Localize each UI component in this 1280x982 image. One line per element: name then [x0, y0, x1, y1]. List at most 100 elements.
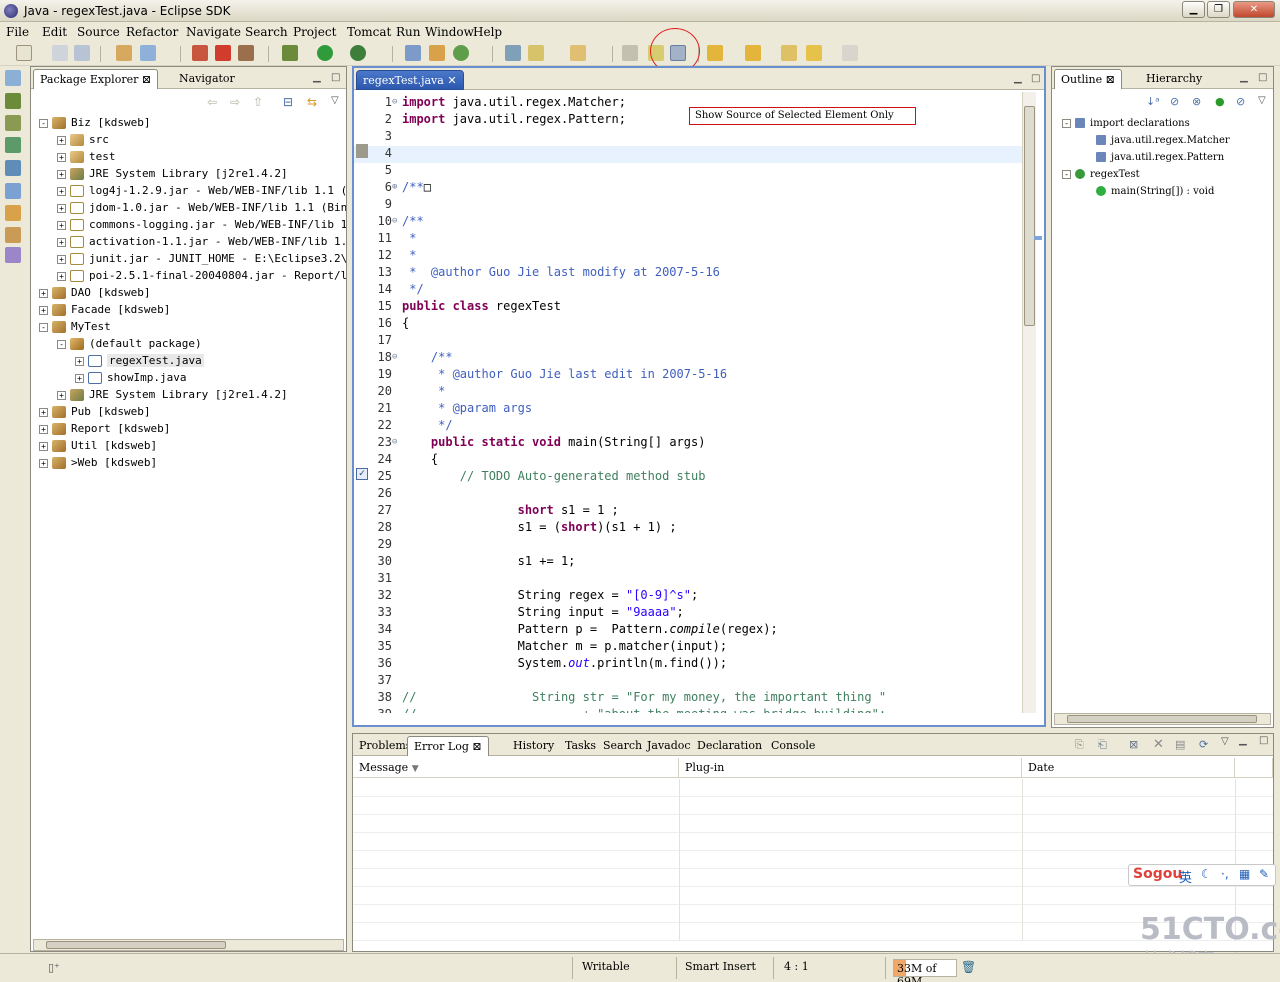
sort-icon[interactable]: ↓ᵃ	[1146, 95, 1160, 108]
import-log-icon[interactable]: ⎗	[1098, 738, 1107, 752]
view-menu-icon[interactable]: ▽	[1221, 736, 1229, 747]
code-line[interactable]: 5	[354, 163, 1022, 180]
hide-fields-icon[interactable]: ⊘	[1170, 95, 1179, 108]
web-browser-icon[interactable]	[505, 45, 521, 61]
tomcat-restart-icon[interactable]	[238, 45, 254, 61]
code-line[interactable]: 15 public class regexTest	[354, 299, 1022, 316]
tree-item[interactable]: + Facade [kdsweb]	[39, 303, 170, 320]
collapse-toggle-icon[interactable]: -	[1062, 169, 1071, 179]
code-line[interactable]: 13 * @author Guo Jie last modify at 2007…	[354, 265, 1022, 282]
ime-mode[interactable]: 英	[1179, 867, 1192, 886]
column-plugin[interactable]: Plug-in	[679, 758, 1022, 778]
fold-toggle-icon[interactable]: ⊖	[392, 216, 397, 226]
code-line[interactable]: 17	[354, 333, 1022, 350]
hide-local-types-icon[interactable]: ⊘	[1236, 95, 1245, 108]
code-line[interactable]: 29	[354, 537, 1022, 554]
column-date[interactable]: Date	[1022, 758, 1235, 778]
expand-toggle-icon[interactable]: +	[39, 458, 48, 468]
garbage-collect-icon[interactable]: 🗑	[961, 960, 976, 974]
keyboard-icon[interactable]: ▦	[1239, 867, 1250, 881]
open-package-icon[interactable]	[429, 45, 445, 61]
code-line[interactable]: 14 */	[354, 282, 1022, 299]
code-line[interactable]: 39 // + "about the meeting was bridge-bui…	[354, 707, 1022, 713]
tomcat-start-icon[interactable]	[192, 45, 208, 61]
code-line[interactable]: 36 System.out.println(m.find());	[354, 656, 1022, 673]
java-browsing-icon[interactable]	[5, 183, 21, 199]
maximize-view-icon[interactable]: □	[1031, 73, 1040, 84]
wrench-icon[interactable]: ✎	[1259, 867, 1269, 881]
tab-package-explorer[interactable]: Package Explorer ⊠	[33, 69, 159, 89]
tab-outline[interactable]: Outline ⊠	[1054, 69, 1122, 89]
fold-toggle-icon[interactable]: ⊖	[392, 97, 397, 107]
tree-item[interactable]: + showImp.java	[75, 371, 186, 388]
tree-item[interactable]: + log4j-1.2.9.jar - Web/WEB-INF/lib 1.1 (…	[57, 184, 346, 201]
expand-toggle-icon[interactable]: +	[57, 169, 66, 179]
horizontal-scrollbar[interactable]	[1054, 713, 1271, 725]
delete-log-icon[interactable]: ✕	[1153, 737, 1164, 752]
close-icon[interactable]: ⊠	[1106, 73, 1115, 86]
tab-declaration[interactable]: Declaration	[691, 736, 768, 756]
menu-refactor[interactable]: Refactor	[126, 25, 178, 39]
minimize-view-icon[interactable]: ▁	[1240, 72, 1248, 83]
tree-item[interactable]: + Report [kdsweb]	[39, 422, 170, 439]
code-line[interactable]: 4	[354, 146, 1022, 163]
code-line[interactable]: 30 s1 += 1;	[354, 554, 1022, 571]
collapse-all-icon[interactable]: ⊟	[283, 95, 293, 109]
code-line[interactable]: 32 String regex = "[0-9]^s";	[354, 588, 1022, 605]
cvs-perspective-icon[interactable]	[5, 160, 21, 176]
code-line[interactable]: 10 ⊖ /**	[354, 214, 1022, 231]
code-line[interactable]: 2 import java.util.regex.Pattern;	[354, 112, 1022, 129]
tab-navigator[interactable]: Navigator	[173, 69, 241, 89]
view-menu-icon[interactable]: ▽	[331, 95, 339, 106]
tomcat-stop-icon[interactable]	[215, 45, 231, 61]
link-with-editor-icon[interactable]: ⇆	[307, 95, 317, 109]
tree-item[interactable]: + src	[57, 133, 109, 150]
code-line[interactable]: 6 ⊕ /**□	[354, 180, 1022, 197]
code-line[interactable]: 28 s1 = (short)(s1 + 1) ;	[354, 520, 1022, 537]
tree-item[interactable]: + >Web [kdsweb]	[39, 456, 157, 473]
view-menu-icon[interactable]: ▽	[1258, 95, 1266, 106]
code-line[interactable]: 20 *	[354, 384, 1022, 401]
code-line[interactable]: 25 // TODO Auto-generated method stub	[354, 469, 1022, 486]
collapse-toggle-icon[interactable]: -	[1062, 118, 1071, 128]
tab-hierarchy[interactable]: Hierarchy	[1140, 69, 1208, 89]
minimize-view-icon[interactable]: ▁	[313, 72, 321, 83]
new-class-icon[interactable]	[140, 45, 156, 61]
expand-toggle-icon[interactable]: +	[57, 203, 66, 213]
code-line[interactable]: 18 ⊖ /**	[354, 350, 1022, 367]
code-line[interactable]: 19 * @author Guo Jie last edit in 2007-5…	[354, 367, 1022, 384]
search-icon[interactable]	[528, 45, 544, 61]
code-line[interactable]: 1 ⊖ import java.util.regex.Matcher;	[354, 95, 1022, 112]
code-line[interactable]: 3	[354, 129, 1022, 146]
code-line[interactable]: 31	[354, 571, 1022, 588]
tree-item[interactable]: + regexTest.java	[75, 354, 204, 371]
code-line[interactable]: 11 *	[354, 231, 1022, 248]
code-line[interactable]: 24 {	[354, 452, 1022, 469]
expand-toggle-icon[interactable]: +	[75, 373, 84, 383]
vertical-scrollbar[interactable]	[1022, 92, 1036, 713]
tree-item[interactable]: + test	[57, 150, 116, 167]
last-edit-location-icon[interactable]	[781, 45, 797, 61]
restore-log-icon[interactable]: ⟳	[1199, 738, 1208, 751]
tab-console[interactable]: Console	[765, 736, 821, 756]
previous-annotation-icon[interactable]	[745, 45, 761, 61]
outline-item[interactable]: - import declarations	[1062, 116, 1190, 133]
expand-toggle-icon[interactable]: +	[57, 152, 66, 162]
menu-tomcat[interactable]: Tomcat	[347, 25, 391, 39]
next-annotation-icon[interactable]	[707, 45, 723, 61]
fold-toggle-icon[interactable]: ⊖	[392, 352, 397, 362]
outline-item[interactable]: java.util.regex.Matcher	[1096, 133, 1230, 150]
maximize-view-icon[interactable]: □	[1259, 735, 1268, 746]
java-perspective-icon[interactable]	[5, 247, 21, 263]
maximize-view-icon[interactable]: □	[331, 72, 340, 83]
tree-item[interactable]: - MyTest	[39, 320, 111, 337]
menu-window[interactable]: Window	[425, 25, 474, 39]
tree-item[interactable]: - (default package)	[57, 337, 202, 354]
code-line[interactable]: 12 *	[354, 248, 1022, 265]
tree-item[interactable]: + junit.jar - JUNIT_HOME - E:\Eclipse3.2\…	[57, 252, 346, 269]
expand-toggle-icon[interactable]: +	[57, 254, 66, 264]
clear-log-icon[interactable]: ⊠	[1129, 738, 1138, 751]
code-line[interactable]: 21 * @param args	[354, 401, 1022, 418]
fold-toggle-icon[interactable]: ⊖	[392, 437, 397, 447]
export-log-icon[interactable]: ⎘	[1075, 738, 1084, 752]
